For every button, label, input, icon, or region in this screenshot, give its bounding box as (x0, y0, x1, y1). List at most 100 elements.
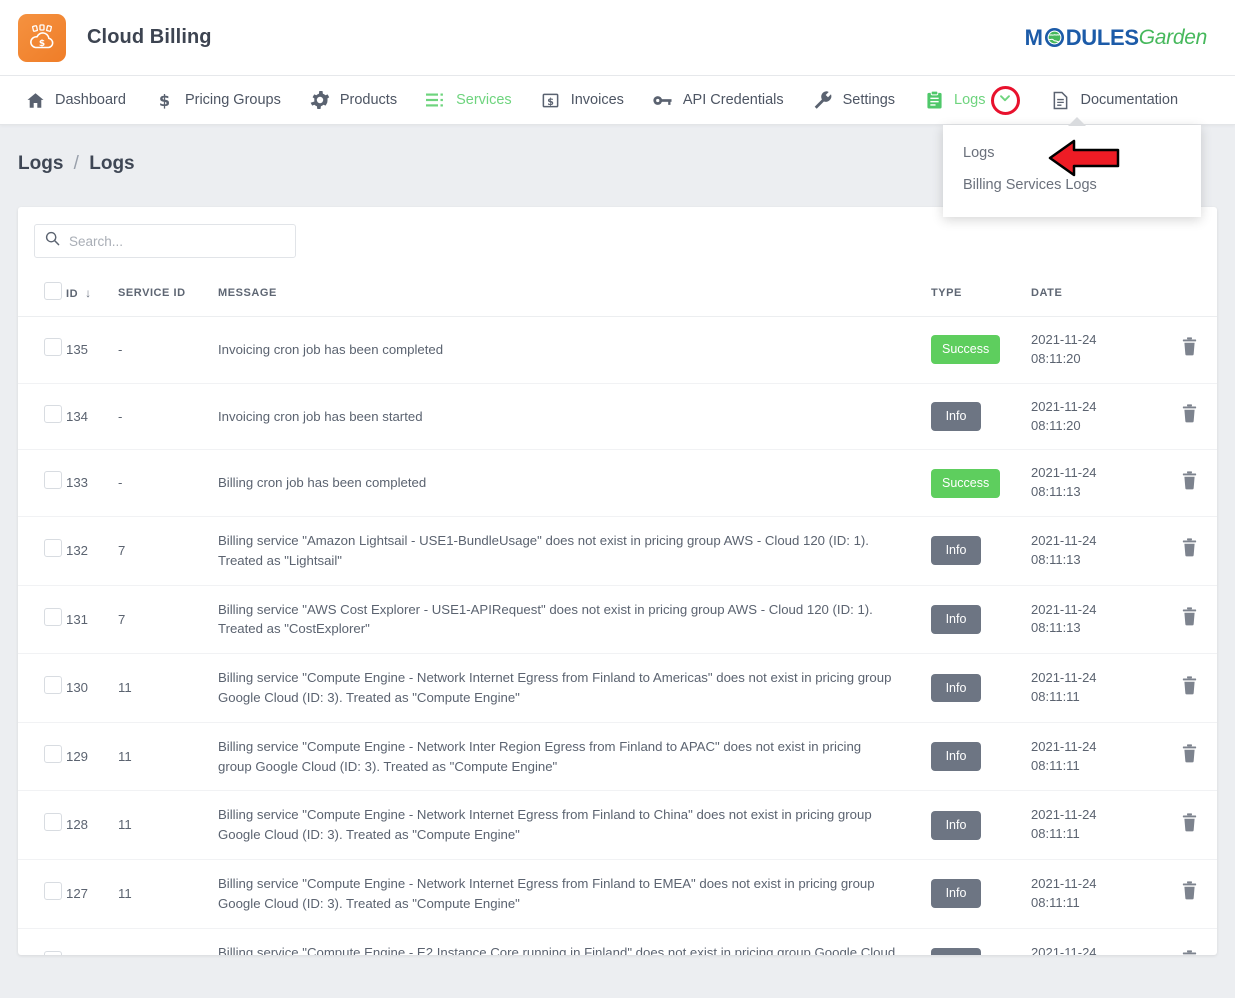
home-icon (24, 89, 46, 111)
cell-service-id: 7 (118, 516, 218, 586)
search-box[interactable] (34, 224, 296, 258)
date-value: 2021-11-24 (1031, 944, 1097, 955)
cell-actions (1161, 859, 1217, 929)
delete-icon[interactable] (1181, 607, 1198, 626)
nav-item-api-credentials[interactable]: API Credentials (638, 76, 798, 125)
cell-date: 2021-11-24 08:11:20 (1031, 316, 1161, 384)
table-row[interactable]: 128 11 Billing service "Compute Engine - N… (18, 790, 1217, 861)
cell-service-id: 11 (118, 790, 218, 861)
nav-item-dashboard[interactable]: Dashboard (10, 76, 140, 125)
row-checkbox[interactable] (44, 607, 62, 626)
nav-item-pricing-groups[interactable]: $ Pricing Groups (140, 76, 295, 125)
cell-id: 133 (66, 449, 118, 518)
cell-id: 130 (66, 653, 118, 723)
cell-type: Success (931, 449, 1031, 518)
delete-icon[interactable] (1181, 950, 1198, 955)
delete-icon[interactable] (1181, 813, 1198, 832)
row-checkbox[interactable] (44, 881, 62, 900)
table-row[interactable]: 134- Invoicing cron job has been started I… (18, 383, 1217, 451)
row-checkbox[interactable] (44, 538, 62, 557)
row-checkbox[interactable] (44, 950, 62, 955)
cell-actions (1161, 790, 1217, 861)
row-checkbox[interactable] (44, 676, 62, 695)
cell-date: 2021-11-24 08:11:13 (1031, 516, 1161, 586)
cell-date: 2021-11-2408:11:11 (1031, 928, 1161, 955)
cell-id: 126 (66, 928, 118, 955)
delete-icon[interactable] (1181, 404, 1198, 423)
cell-message: Billing service "Compute Engine - Networ… (218, 790, 931, 861)
row-select-cell (18, 449, 66, 518)
delete-icon[interactable] (1181, 471, 1198, 490)
svg-text:$: $ (159, 91, 170, 110)
logs-dropdown-toggle[interactable] (990, 86, 1020, 115)
cell-actions (1161, 928, 1217, 955)
table-row[interactable]: 129 11 Billing service "Compute Engine - N… (18, 722, 1217, 792)
invoice-icon: $ (540, 89, 562, 111)
brand-m: M (1024, 24, 1043, 50)
app-header: $ Cloud Billing M DULES Garden (0, 0, 1235, 76)
cloud-money-icon: $ (18, 13, 66, 62)
table-row[interactable]: 131 7 Billing service "AWS Cost Explorer -… (18, 585, 1217, 655)
cell-actions (1161, 449, 1217, 518)
cell-id: 128 (66, 790, 118, 861)
row-checkbox[interactable] (44, 813, 62, 832)
table-row[interactable]: 132 7 Billing service "Amazon Lightsail - … (18, 516, 1217, 586)
nav-item-settings[interactable]: Settings (798, 76, 909, 125)
column-header-date[interactable]: DATE (1031, 268, 1161, 317)
column-header-type[interactable]: TYPE (931, 268, 1031, 317)
nav-item-invoices[interactable]: $ Invoices (526, 76, 638, 125)
search-input[interactable] (69, 233, 285, 249)
cell-service-id: 7 (118, 585, 218, 655)
sort-desc-icon: ↓ (85, 285, 92, 300)
row-select-cell (18, 316, 66, 384)
row-checkbox[interactable] (44, 404, 62, 423)
table-row[interactable]: 135- Invoicing cron job has been complete… (18, 316, 1217, 384)
cell-actions (1161, 316, 1217, 384)
logs-table-head: ID ↓ SERVICE ID MESSAGE TYPE DATE (18, 268, 1217, 317)
table-row[interactable]: 133- Billing cron job has been completed S… (18, 449, 1217, 518)
delete-icon[interactable] (1181, 337, 1198, 356)
delete-icon[interactable] (1181, 676, 1198, 695)
date-value: 2021-11-24 (1031, 398, 1097, 414)
cell-service-id: - (118, 316, 218, 384)
nav-item-services[interactable]: Services (411, 76, 526, 125)
time-value: 08:11:11 (1031, 894, 1080, 910)
delete-icon[interactable] (1181, 881, 1198, 900)
date-value: 2021-11-24 (1031, 670, 1097, 686)
cell-type: Info (931, 859, 1031, 929)
logs-card: ID↓ SERVICE ID MESSAGE TYPE DATE 135-Inv… (18, 207, 1217, 955)
time-value: 08:11:13 (1031, 620, 1081, 636)
main-navigation: Dashboard $ Pricing Groups Products Serv… (0, 76, 1235, 125)
nav-item-products[interactable]: Products (295, 76, 411, 125)
column-header-service-id[interactable]: SERVICE ID (118, 268, 218, 317)
nav-item-logs[interactable]: Logs (909, 76, 989, 125)
cell-message: Billing service "Amazon Lightsail - USE1… (218, 516, 931, 586)
select-all-checkbox[interactable] (44, 282, 62, 300)
column-header-id[interactable]: ID ↓ (66, 268, 118, 317)
table-row[interactable]: 12611Billing service "Compute Engine - E… (18, 928, 1217, 955)
delete-icon[interactable] (1181, 538, 1198, 557)
table-row[interactable]: 127 11 Billing service "Compute Engine - N… (18, 859, 1217, 929)
delete-icon[interactable] (1181, 744, 1198, 763)
row-checkbox[interactable] (44, 744, 62, 763)
nav-label: Pricing Groups (184, 92, 281, 108)
row-checkbox[interactable] (44, 471, 62, 490)
row-checkbox[interactable] (44, 337, 62, 356)
row-select-cell (18, 859, 66, 929)
column-header-actions (1161, 268, 1217, 317)
column-header-message[interactable]: MESSAGE (218, 268, 931, 317)
cell-service-id: 11 (118, 859, 218, 929)
dollar-icon: $ (154, 89, 176, 111)
nav-item-documentation[interactable]: Documentation (1036, 76, 1193, 125)
status-badge: Success (931, 468, 1001, 498)
breadcrumb-root[interactable]: Logs (18, 153, 63, 174)
table-row[interactable]: 130 11 Billing service "Compute Engine - N… (18, 653, 1217, 723)
cell-id: 127 (66, 859, 118, 929)
row-select-cell (18, 790, 66, 861)
time-value: 08:11:13 (1031, 484, 1081, 500)
row-select-cell (18, 653, 66, 723)
time-value: 08:11:13 (1031, 551, 1081, 567)
status-badge: Info (931, 879, 981, 909)
nav-label: Settings (842, 92, 896, 108)
cell-date: 2021-11-24 08:11:20 (1031, 383, 1161, 451)
